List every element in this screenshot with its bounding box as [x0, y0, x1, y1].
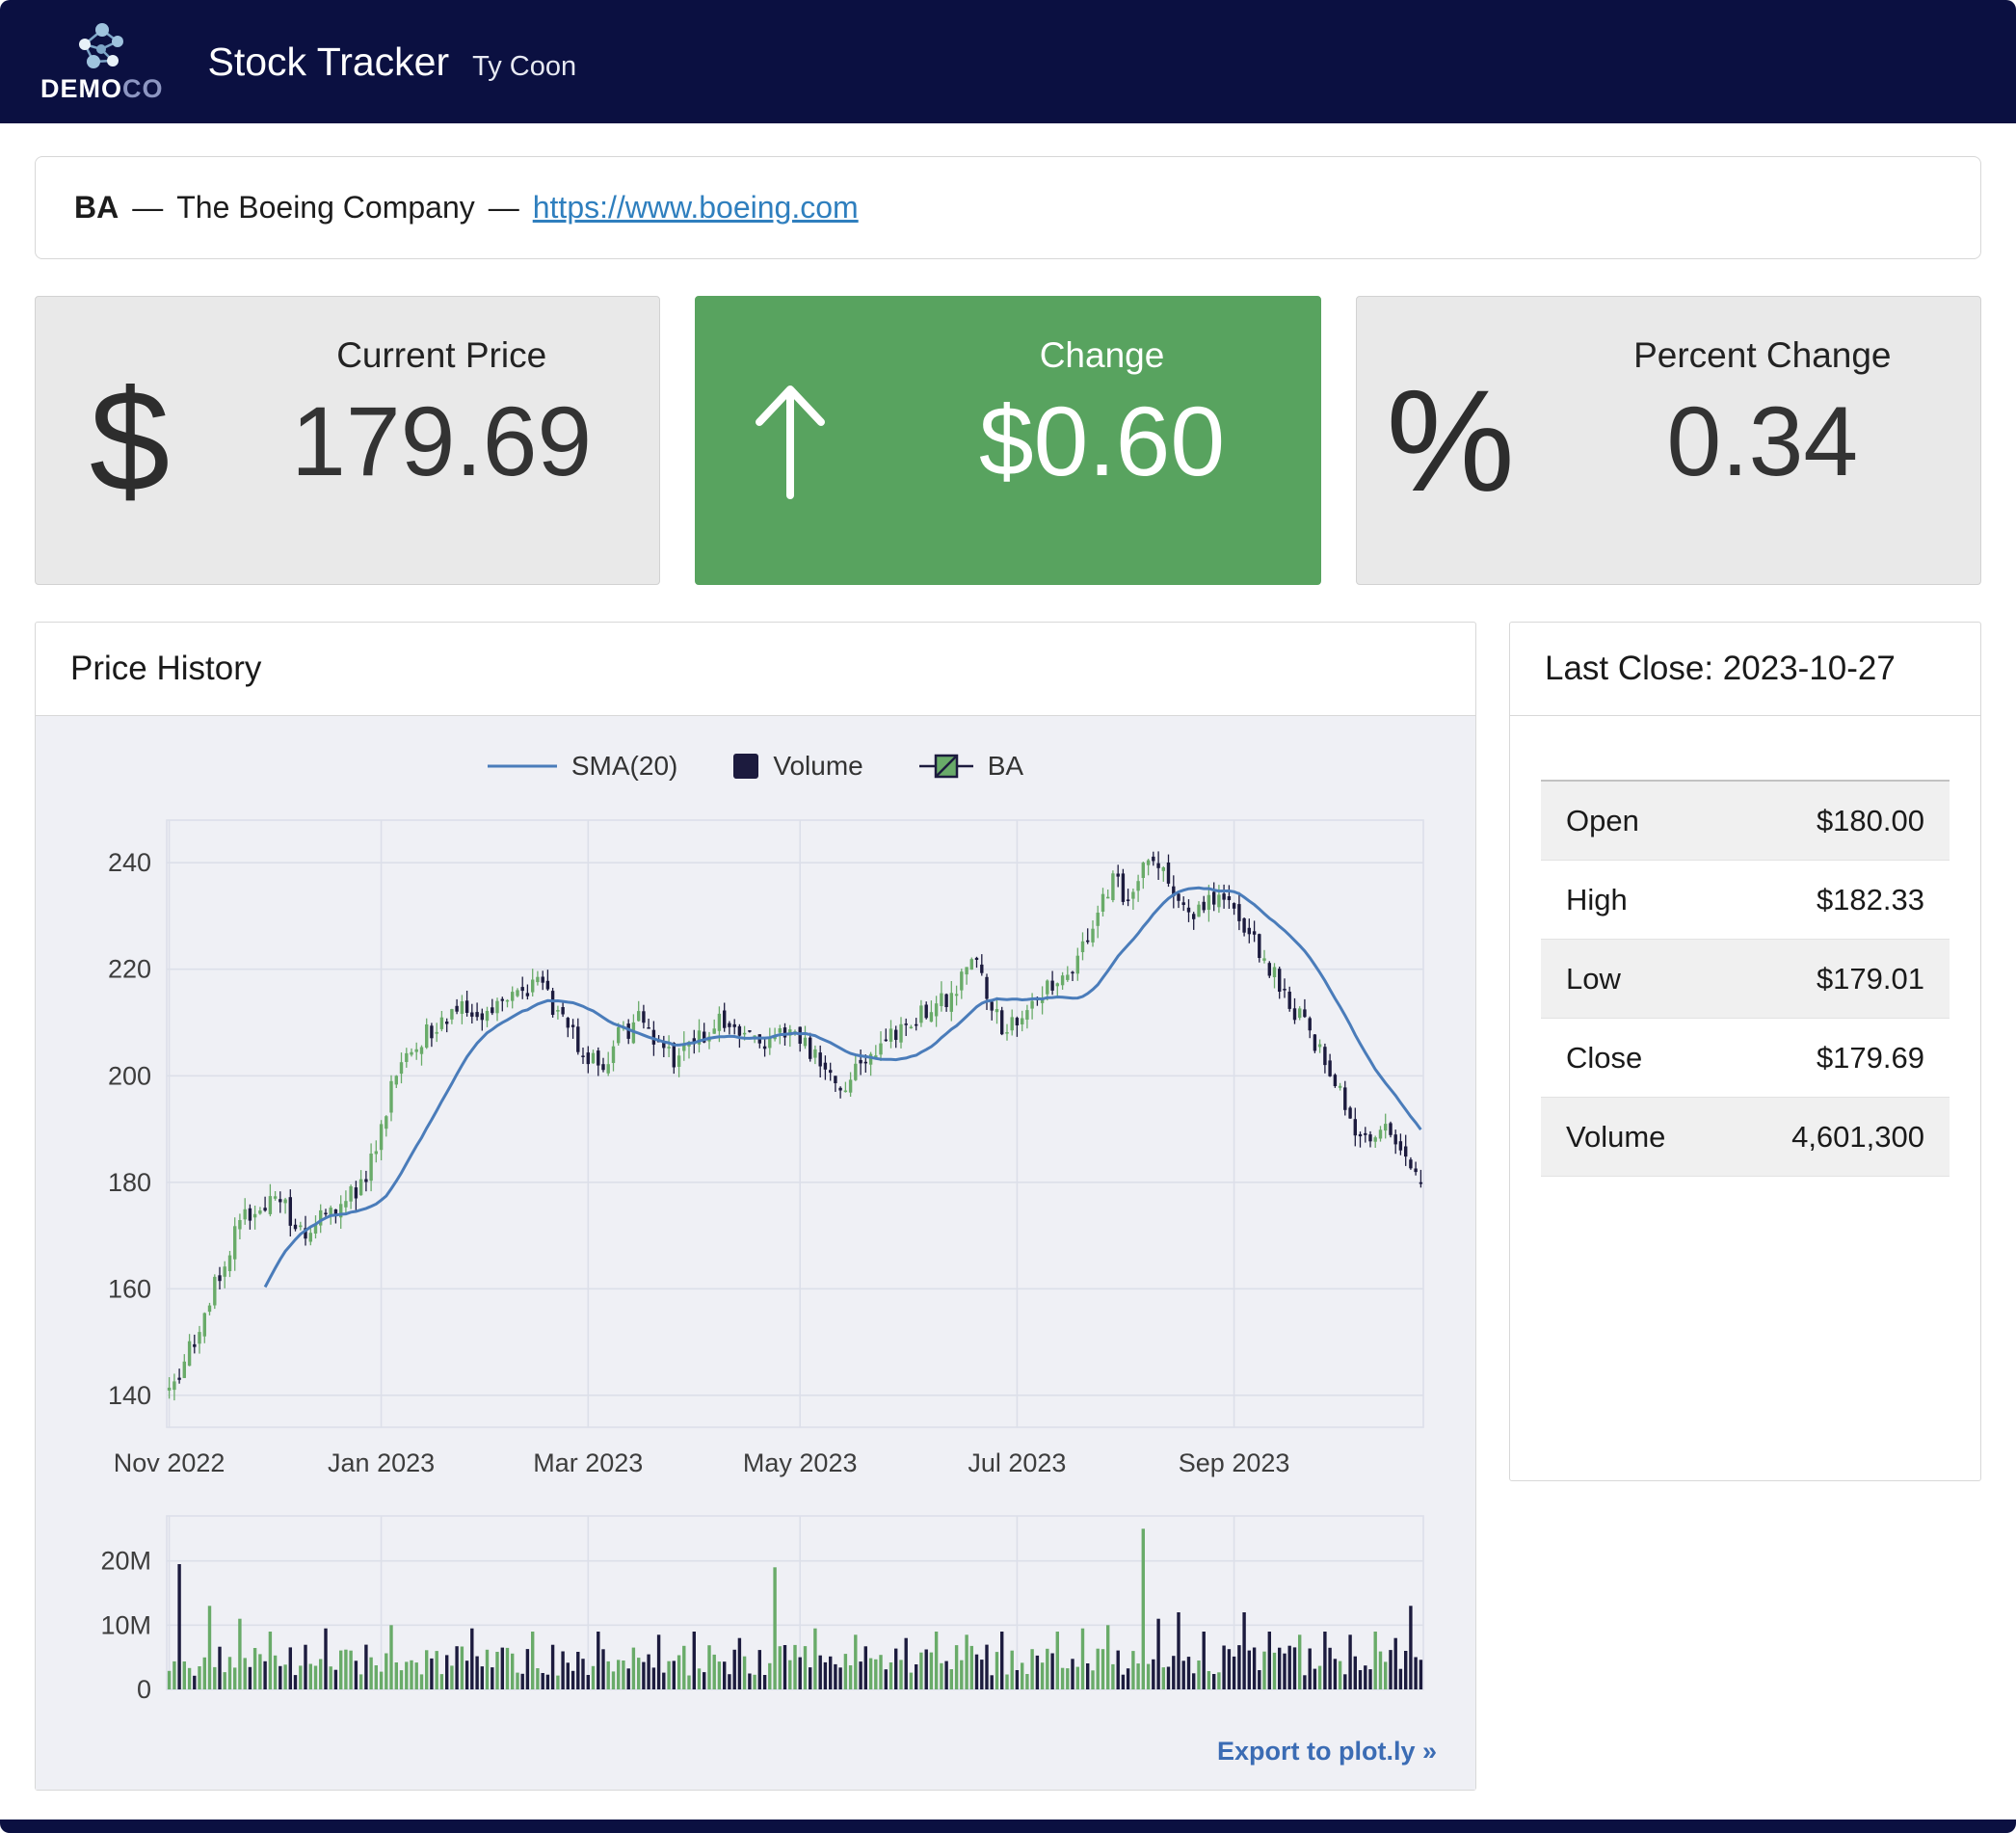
svg-text:Mar 2023: Mar 2023: [533, 1448, 643, 1477]
export-row: Export to plot.ly »: [70, 1733, 1441, 1778]
price-history-panel: Price History SMA(20) Volume B: [35, 622, 1476, 1791]
ticker-symbol: BA: [74, 190, 119, 226]
svg-text:Nov 2022: Nov 2022: [114, 1448, 225, 1477]
quote-row-open: Open $180.00: [1541, 782, 1950, 861]
stock-tracker-app: { "header": { "brand_bold": "DEMO", "bra…: [0, 0, 2016, 1833]
current-price-value: 179.69: [291, 385, 592, 498]
change-label: Change: [1040, 335, 1165, 376]
company-name: The Boeing Company: [176, 190, 475, 226]
last-close-title: Last Close: 2023-10-27: [1510, 623, 1980, 716]
svg-text:220: 220: [108, 955, 151, 984]
svg-text:0: 0: [137, 1675, 151, 1704]
current-price-card: $ Current Price 179.69: [35, 296, 660, 585]
molecule-icon: [69, 19, 135, 71]
democo-logo: DEMOCO: [40, 19, 164, 104]
legend-sma: SMA(20): [488, 751, 677, 782]
quote-row-volume: Volume 4,601,300: [1541, 1098, 1950, 1177]
price-history-title: Price History: [36, 623, 1475, 716]
svg-text:140: 140: [108, 1381, 151, 1410]
svg-text:May 2023: May 2023: [743, 1448, 858, 1477]
dollar-icon: $: [36, 297, 224, 584]
change-card: Change $0.60: [695, 296, 1320, 585]
svg-text:Jan 2023: Jan 2023: [328, 1448, 435, 1477]
separator: —: [489, 190, 519, 226]
chart-area: SMA(20) Volume BA 140 160 180 200 220 240 Nov …: [36, 716, 1475, 1790]
percent-icon: %: [1357, 297, 1545, 584]
up-arrow-icon: [696, 297, 884, 584]
export-plotly-link[interactable]: Export to plot.ly »: [1217, 1737, 1437, 1766]
svg-text:20M: 20M: [100, 1547, 151, 1576]
stats-row: $ Current Price 179.69 Change $0.60 % Pe…: [35, 296, 1981, 585]
svg-text:180: 180: [108, 1168, 151, 1197]
current-price-label: Current Price: [336, 335, 546, 376]
app-title: Stock Tracker: [208, 40, 450, 85]
percent-change-card: % Percent Change 0.34: [1356, 296, 1981, 585]
company-url-link[interactable]: https://www.boeing.com: [533, 190, 859, 226]
quote-row-close: Close $179.69: [1541, 1019, 1950, 1098]
svg-text:Sep 2023: Sep 2023: [1179, 1448, 1290, 1477]
ticker-bar: BA — The Boeing Company — https://www.bo…: [35, 156, 1981, 259]
legend-ba-label: BA: [988, 751, 1023, 782]
legend-volume-label: Volume: [773, 751, 862, 782]
app-footer: [0, 1820, 2016, 1833]
volume-square-icon: [733, 754, 758, 779]
user-name: Ty Coon: [472, 41, 576, 83]
change-value: $0.60: [979, 385, 1225, 498]
price-history-chart[interactable]: 140 160 180 200 220 240 Nov 2022 Jan 2023 Mar 20…: [70, 797, 1439, 1728]
separator: —: [132, 190, 163, 226]
last-close-panel: Last Close: 2023-10-27 Open $180.00 High…: [1509, 622, 1981, 1481]
quote-table: Open $180.00 High $182.33 Low $179.01 Cl…: [1541, 780, 1950, 1177]
svg-text:160: 160: [108, 1274, 151, 1303]
svg-text:Jul 2023: Jul 2023: [968, 1448, 1066, 1477]
app-header: DEMOCO Stock Tracker Ty Coon: [0, 0, 2016, 123]
percent-change-label: Percent Change: [1633, 335, 1891, 376]
main-row: Price History SMA(20) Volume B: [35, 622, 1981, 1791]
svg-text:240: 240: [108, 848, 151, 877]
percent-change-value: 0.34: [1667, 385, 1859, 498]
candlestick-icon: [919, 752, 973, 781]
legend-volume: Volume: [733, 751, 862, 782]
sma-line-icon: [488, 762, 557, 770]
svg-text:200: 200: [108, 1061, 151, 1090]
brand-text: DEMOCO: [40, 74, 164, 104]
legend-sma-label: SMA(20): [571, 751, 677, 782]
quote-row-low: Low $179.01: [1541, 940, 1950, 1019]
svg-text:10M: 10M: [100, 1610, 151, 1639]
chart-legend: SMA(20) Volume BA: [70, 751, 1441, 782]
legend-ba: BA: [919, 751, 1023, 782]
quote-row-high: High $182.33: [1541, 861, 1950, 940]
